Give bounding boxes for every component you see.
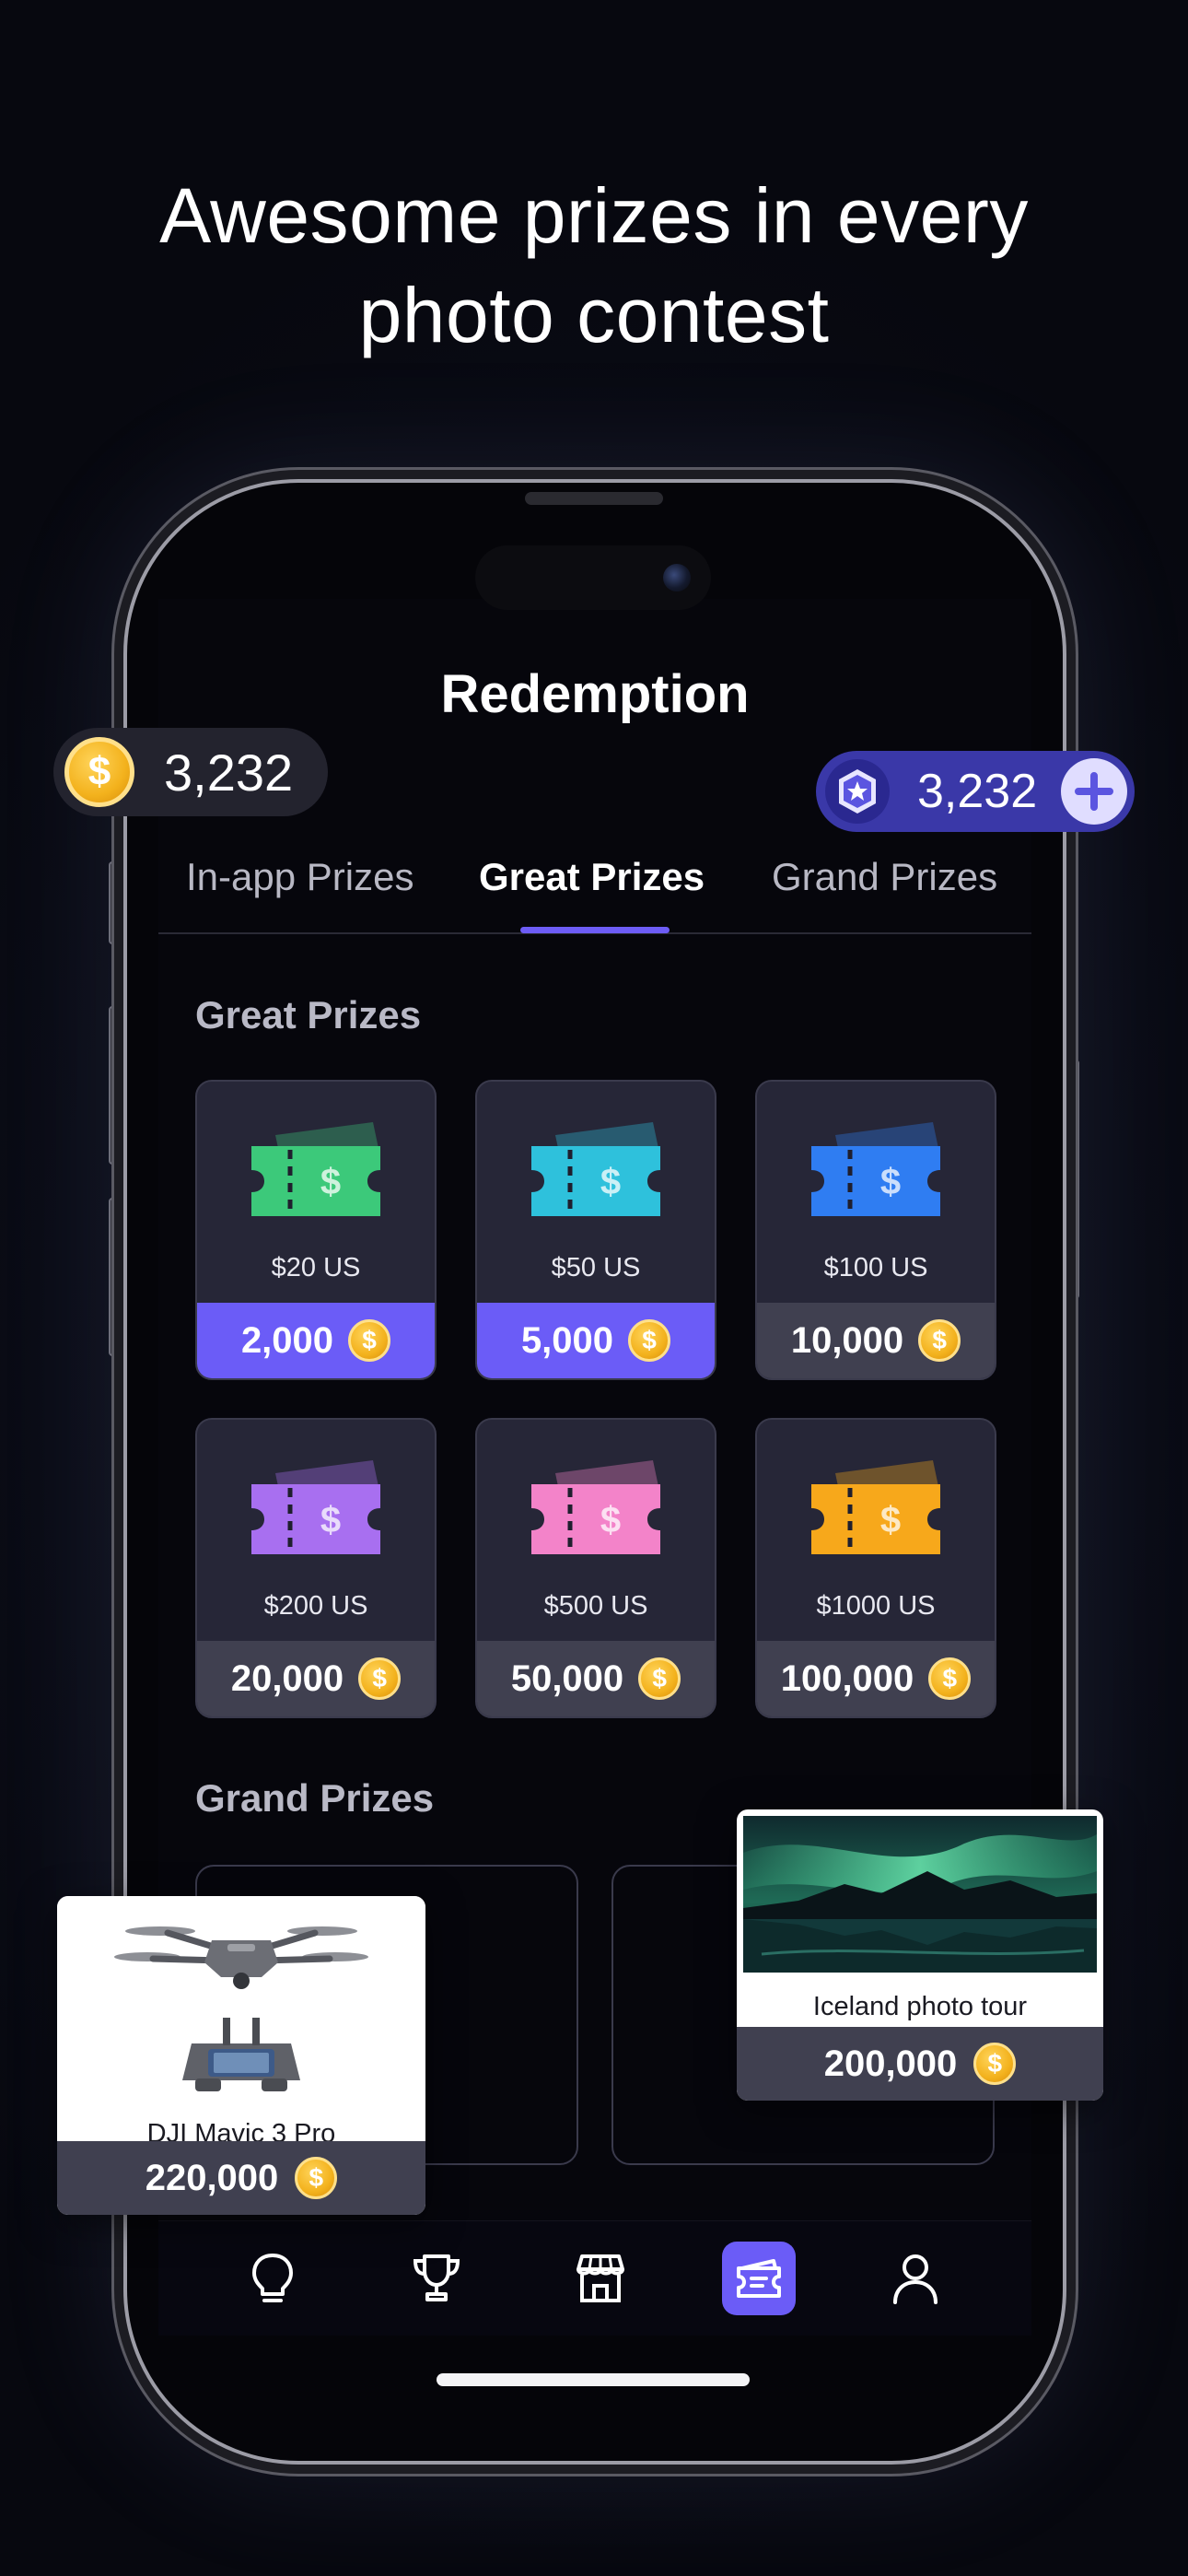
headline-line-1: Awesome prizes in every bbox=[159, 172, 1029, 259]
coin-icon: $ bbox=[64, 737, 134, 807]
tab-grand-prizes[interactable]: Grand Prizes bbox=[772, 855, 997, 899]
prize-card[interactable]: $ $100 US 10,000 $ bbox=[755, 1080, 996, 1380]
prize-cost-value: 5,000 bbox=[520, 1319, 614, 1361]
page-title: Redemption bbox=[440, 664, 750, 724]
nav-store[interactable] bbox=[564, 2242, 637, 2315]
gem-balance-badge[interactable]: 3,232 bbox=[816, 751, 1135, 832]
nav-ideas[interactable] bbox=[236, 2242, 309, 2315]
voucher-icon: $ bbox=[251, 1460, 380, 1554]
prize-cost-value: 10,000 bbox=[790, 1319, 904, 1361]
drone-image bbox=[57, 1896, 425, 2108]
prize-amount: $100 US bbox=[823, 1253, 928, 1282]
coin-icon: $ bbox=[295, 2157, 338, 2199]
voucher-icon: $ bbox=[251, 1122, 380, 1216]
trophy-icon bbox=[413, 2254, 460, 2301]
prize-cost: 10,000 $ bbox=[757, 1303, 995, 1378]
lightbulb-icon bbox=[252, 2254, 293, 2302]
drone-prize-card[interactable]: DJI Mavic 3 Pro 220,000 $ bbox=[57, 1896, 425, 2215]
svg-text:$: $ bbox=[600, 1500, 621, 1540]
voucher-icon: $ bbox=[811, 1460, 940, 1554]
voucher-icon: $ bbox=[811, 1122, 940, 1216]
prize-cost: 50,000 $ bbox=[477, 1641, 715, 1716]
svg-text:$: $ bbox=[880, 1162, 901, 1202]
prize-amount: $500 US bbox=[543, 1591, 648, 1621]
coin-balance-badge[interactable]: $ 3,232 bbox=[53, 728, 328, 816]
volume-down-button bbox=[109, 1198, 118, 1356]
bottom-nav bbox=[158, 2220, 1031, 2336]
coin-icon: $ bbox=[628, 1319, 671, 1362]
svg-text:$: $ bbox=[320, 1500, 341, 1540]
coin-icon: $ bbox=[358, 1657, 402, 1700]
prize-cost: 5,000 $ bbox=[477, 1303, 715, 1378]
prize-card[interactable]: $ $1000 US 100,000 $ bbox=[755, 1418, 996, 1718]
action-button bbox=[109, 861, 118, 944]
prize-card[interactable]: $ $200 US 20,000 $ bbox=[195, 1418, 437, 1718]
nav-contests[interactable] bbox=[400, 2242, 473, 2315]
home-indicator[interactable] bbox=[437, 2373, 750, 2386]
tab-active-indicator bbox=[520, 927, 670, 933]
ticket-icon bbox=[737, 2259, 781, 2298]
great-prizes-heading: Great Prizes bbox=[195, 993, 422, 1036]
coin-icon: $ bbox=[638, 1657, 681, 1700]
drone-prize-cost-value: 220,000 bbox=[145, 2157, 279, 2198]
camera-icon bbox=[663, 564, 691, 591]
gem-icon bbox=[825, 759, 890, 824]
store-icon bbox=[577, 2254, 624, 2302]
coin-icon: $ bbox=[918, 1319, 961, 1362]
iceland-tour-cost-value: 200,000 bbox=[823, 2043, 958, 2084]
iceland-tour-prize-card[interactable]: Iceland photo tour 200,000 $ bbox=[737, 1809, 1103, 2101]
prize-cost-value: 2,000 bbox=[240, 1319, 334, 1361]
prize-card[interactable]: $ $500 US 50,000 $ bbox=[475, 1418, 716, 1718]
tab-bar: In-app Prizes Great Prizes Grand Prizes bbox=[158, 855, 1031, 925]
add-gems-button[interactable] bbox=[1061, 758, 1127, 825]
coin-icon: $ bbox=[928, 1657, 972, 1700]
prize-amount: $200 US bbox=[263, 1591, 368, 1621]
grand-prizes-heading: Grand Prizes bbox=[195, 1776, 435, 1820]
tab-in-app-prizes[interactable]: In-app Prizes bbox=[186, 855, 413, 899]
headline-line-2: photo contest bbox=[358, 272, 830, 358]
prize-cost: 20,000 $ bbox=[197, 1641, 435, 1716]
svg-text:$: $ bbox=[880, 1500, 901, 1540]
voucher-icon: $ bbox=[531, 1122, 660, 1216]
prize-card[interactable]: $ $20 US 2,000 $ bbox=[195, 1080, 437, 1380]
nav-profile[interactable] bbox=[879, 2242, 952, 2315]
prize-amount: $50 US bbox=[551, 1253, 641, 1282]
nav-redemption[interactable] bbox=[722, 2242, 796, 2315]
coin-icon: $ bbox=[973, 2043, 1017, 2085]
prize-amount: $1000 US bbox=[816, 1591, 936, 1621]
coin-icon: $ bbox=[348, 1319, 391, 1362]
prize-card[interactable]: $ $50 US 5,000 $ bbox=[475, 1080, 716, 1380]
tab-great-prizes[interactable]: Great Prizes bbox=[479, 855, 705, 899]
drone-prize-cost: 220,000 $ bbox=[57, 2141, 425, 2215]
prize-cost-value: 20,000 bbox=[230, 1657, 344, 1699]
prize-cost: 2,000 $ bbox=[197, 1303, 435, 1378]
voucher-icon: $ bbox=[531, 1460, 660, 1554]
dynamic-island bbox=[475, 545, 711, 610]
aurora-landscape-image bbox=[743, 1816, 1097, 1973]
speaker-grille bbox=[525, 492, 663, 505]
prize-cost: 100,000 $ bbox=[757, 1641, 995, 1716]
prize-cost-value: 50,000 bbox=[510, 1657, 624, 1699]
volume-up-button bbox=[109, 1006, 118, 1165]
gem-balance-value: 3,232 bbox=[917, 765, 1038, 818]
power-button bbox=[1070, 1060, 1079, 1299]
iceland-tour-label: Iceland photo tour bbox=[812, 1992, 1028, 2021]
svg-text:$: $ bbox=[600, 1162, 621, 1202]
prize-amount: $20 US bbox=[271, 1253, 361, 1282]
svg-text:$: $ bbox=[320, 1162, 341, 1202]
coin-balance-value: 3,232 bbox=[164, 743, 294, 802]
iceland-tour-cost: 200,000 $ bbox=[737, 2027, 1103, 2101]
profile-icon bbox=[893, 2254, 938, 2304]
plus-icon bbox=[1075, 772, 1113, 811]
prize-cost-value: 100,000 bbox=[780, 1657, 914, 1699]
